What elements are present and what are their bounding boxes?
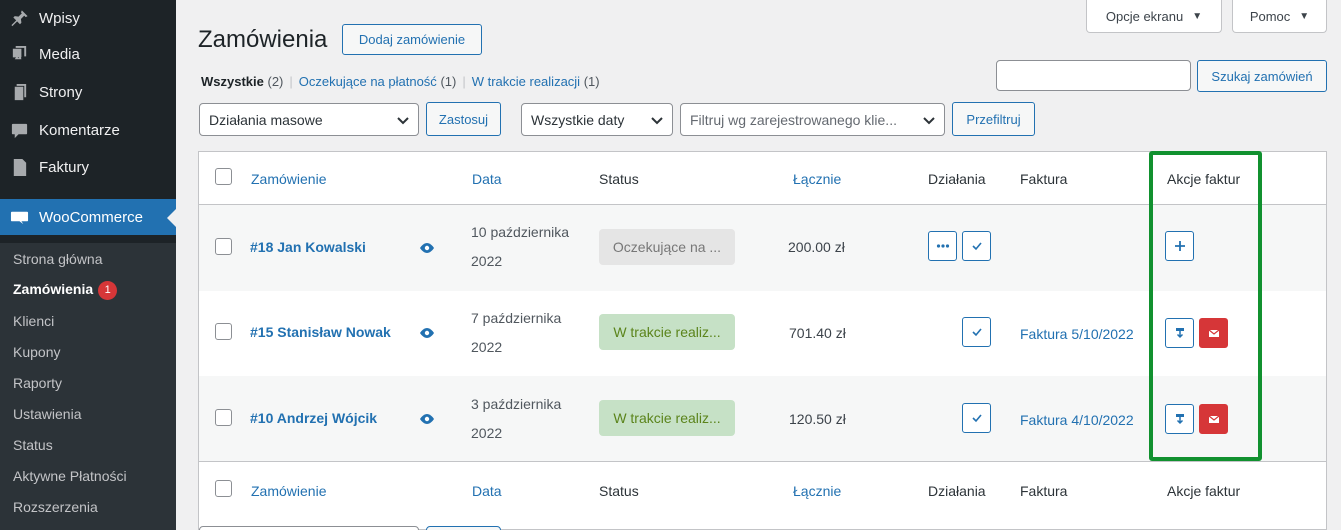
complete-order-button[interactable] (962, 231, 991, 261)
screen-options-button[interactable]: Opcje ekranu ▼ (1086, 0, 1222, 33)
eye-icon[interactable] (419, 242, 435, 254)
column-order-footer[interactable]: Zamówienie (251, 483, 326, 499)
status-badge: W trakcie realiz... (599, 400, 735, 436)
more-actions-button[interactable] (928, 231, 957, 261)
invoice-link[interactable]: Faktura 5/10/2022 (1020, 326, 1134, 342)
submenu-item-reports[interactable]: Raporty (13, 375, 62, 391)
status-badge: Oczekujące na ... (599, 229, 735, 265)
order-link[interactable]: #15 Stanisław Nowak (250, 324, 391, 340)
current-menu-arrow (167, 209, 176, 227)
submenu-item-orders[interactable]: Zamówienia 1 (13, 281, 118, 300)
eye-icon[interactable] (419, 327, 435, 339)
submenu-item-coupons[interactable]: Kupony (13, 344, 60, 360)
chevron-down-icon (651, 117, 663, 125)
status-badge: W trakcie realiz... (599, 314, 735, 350)
bulk-actions-select[interactable]: Działania masowe (199, 103, 419, 136)
triangle-down-icon: ▼ (1299, 10, 1310, 22)
menu-item-pages[interactable]: Strony (0, 74, 176, 110)
triangle-down-icon: ▼ (1192, 10, 1203, 22)
submenu-item-customers[interactable]: Klienci (13, 313, 54, 329)
apply-button[interactable]: Zastosuj (426, 102, 501, 136)
column-date-footer[interactable]: Data (472, 483, 502, 499)
complete-order-button[interactable] (962, 317, 991, 347)
chevron-down-icon (923, 117, 935, 125)
apply-button-bottom[interactable] (426, 526, 501, 530)
menu-item-label: WooCommerce (39, 208, 143, 226)
filter-processing-link[interactable]: W trakcie realizacji (472, 74, 580, 89)
status-filter-links: Wszystkie (2) | Oczekujące na płatność (1)… (201, 74, 600, 89)
pin-icon (8, 7, 30, 29)
customer-filter-select[interactable]: Filtruj wg zarejestrowanego klie... (680, 103, 945, 136)
check-icon (971, 414, 982, 423)
menu-item-posts[interactable]: Wpisy (0, 0, 176, 36)
order-total: 200.00 zł (788, 239, 845, 255)
search-orders-input[interactable] (996, 60, 1191, 91)
media-icon (8, 43, 30, 65)
order-date: 7 października 2022 (471, 310, 562, 355)
column-invoice-header: Faktura (1020, 171, 1068, 187)
order-date: 10 października 2022 (471, 224, 570, 269)
menu-item-label: Media (39, 45, 80, 63)
eye-icon[interactable] (419, 413, 435, 425)
order-date: 3 października 2022 (471, 396, 562, 441)
menu-item-media[interactable]: Media (0, 36, 176, 72)
woo-icon (8, 206, 30, 228)
orders-count-badge: 1 (98, 281, 118, 300)
menu-item-woocommerce[interactable]: WooCommerce (0, 199, 176, 235)
filter-button[interactable]: Przefiltruj (952, 102, 1035, 136)
submenu-item-status[interactable]: Status (13, 437, 53, 453)
submenu-item-extensions[interactable]: Rozszerzenia (13, 499, 98, 515)
dates-select[interactable]: Wszystkie daty (521, 103, 673, 136)
column-invoice-actions-footer: Akcje faktur (1167, 483, 1241, 499)
woocommerce-submenu: Strona główna Zamówienia 1 Klienci Kupony… (0, 243, 176, 530)
filter-pending-link[interactable]: Oczekujące na płatność (299, 74, 437, 89)
select-all-checkbox[interactable] (215, 168, 232, 185)
select-all-checkbox-footer[interactable] (215, 480, 232, 497)
row-checkbox[interactable] (215, 323, 232, 340)
column-actions-header: Działania (928, 171, 986, 187)
invoices-icon (8, 156, 30, 178)
order-total: 701.40 zł (789, 325, 846, 341)
bulk-actions-select-bottom[interactable] (199, 526, 419, 530)
invoice-actions-highlight (1149, 151, 1262, 461)
menu-item-label: Faktury (39, 158, 90, 176)
menu-item-label: Strony (39, 83, 83, 101)
menu-item-label: Wpisy (39, 9, 80, 27)
divider (199, 461, 1326, 462)
submenu-item-settings[interactable]: Ustawienia (13, 406, 81, 422)
more-dots-icon (936, 244, 949, 248)
add-order-button[interactable]: Dodaj zamówienie (342, 24, 482, 55)
chevron-down-icon (397, 117, 409, 125)
menu-item-comments[interactable]: Komentarze (0, 112, 176, 148)
order-total: 120.50 zł (789, 411, 846, 427)
admin-sidebar: Wpisy Media Strony Komentarze Faktury Wo… (0, 0, 176, 530)
column-status-footer: Status (599, 483, 639, 499)
column-invoice-footer: Faktura (1020, 483, 1068, 499)
order-link[interactable]: #18 Jan Kowalski (250, 239, 366, 255)
column-status-header: Status (599, 171, 639, 187)
column-order-header[interactable]: Zamówienie (251, 171, 326, 187)
search-orders-button[interactable]: Szukaj zamówień (1197, 60, 1327, 92)
filter-all-link[interactable]: Wszystkie (201, 74, 264, 89)
menu-item-label: Komentarze (39, 121, 120, 139)
check-icon (971, 328, 982, 337)
check-icon (971, 242, 982, 251)
row-checkbox[interactable] (215, 409, 232, 426)
column-total-footer[interactable]: Łącznie (793, 483, 841, 499)
column-actions-footer: Działania (928, 483, 986, 499)
comments-icon (8, 119, 30, 141)
column-date-header[interactable]: Data (472, 171, 502, 187)
page-title: Zamówienia (198, 26, 328, 53)
column-total-header[interactable]: Łącznie (793, 171, 841, 187)
pages-icon (8, 81, 30, 103)
complete-order-button[interactable] (962, 403, 991, 433)
row-checkbox[interactable] (215, 238, 232, 255)
order-link[interactable]: #10 Andrzej Wójcik (250, 410, 377, 426)
invoice-link[interactable]: Faktura 4/10/2022 (1020, 412, 1134, 428)
menu-item-invoices[interactable]: Faktury (0, 149, 176, 185)
help-button[interactable]: Pomoc ▼ (1232, 0, 1327, 33)
submenu-item-active-payments[interactable]: Aktywne Płatności (13, 468, 127, 484)
submenu-item-home[interactable]: Strona główna (13, 251, 103, 267)
